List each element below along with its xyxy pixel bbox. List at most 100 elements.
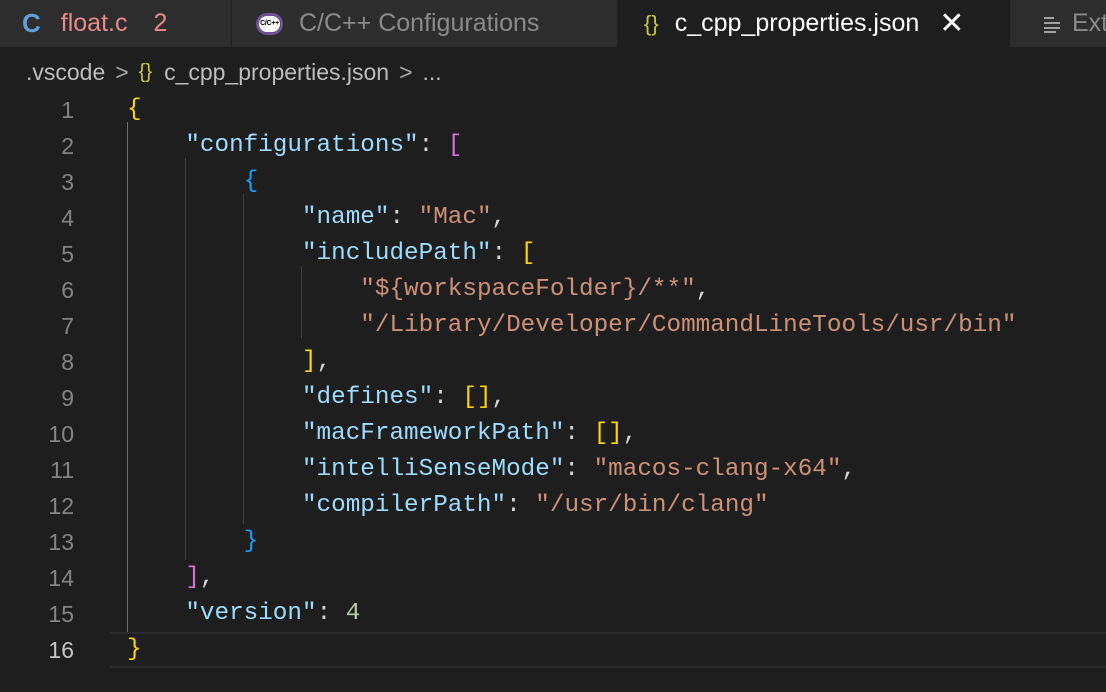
breadcrumb: .vscode > {} c_cpp_properties.json > ... xyxy=(26,56,442,88)
breadcrumb-file[interactable]: c_cpp_properties.json xyxy=(164,59,389,86)
code-token: } xyxy=(127,636,142,663)
c-language-icon: C xyxy=(22,8,41,38)
code-text[interactable]: ], xyxy=(127,344,331,380)
code-token: : xyxy=(389,204,419,231)
breadcrumb-more[interactable]: ... xyxy=(423,59,442,86)
tab-label: C/C++ Configurations xyxy=(299,9,540,37)
code-line[interactable]: 8 ], xyxy=(0,344,1106,380)
code-token: [ xyxy=(447,132,463,159)
breadcrumb-folder[interactable]: .vscode xyxy=(26,59,105,86)
code-line[interactable]: 3 { xyxy=(0,164,1106,200)
code-token: "/usr/bin/clang" xyxy=(535,492,769,519)
code-token: [] xyxy=(593,420,623,447)
chevron-right-icon: > xyxy=(399,58,413,85)
code-text[interactable]: "includePath": [ xyxy=(127,236,535,272)
code-line[interactable]: 6 "${workspaceFolder}/**", xyxy=(0,272,1106,308)
code-token: "defines" xyxy=(301,384,434,411)
tab-cpp-configurations[interactable]: C/C++ C/C++ Configurations xyxy=(232,0,618,47)
code-token: , xyxy=(695,276,711,303)
code-line[interactable]: 1{ xyxy=(0,92,1106,128)
code-text[interactable]: "${workspaceFolder}/**", xyxy=(127,272,710,308)
line-number: 10 xyxy=(48,421,74,447)
close-tab-icon[interactable]: ✕ xyxy=(939,8,964,39)
code-line[interactable]: 14 ], xyxy=(0,560,1106,596)
code-text[interactable]: "macFrameworkPath": [], xyxy=(127,416,637,452)
code-token: ] xyxy=(185,564,200,591)
line-number: 7 xyxy=(61,313,74,339)
code-token: { xyxy=(243,168,259,195)
code-text[interactable]: } xyxy=(127,632,142,668)
code-token: , xyxy=(622,420,638,447)
code-line[interactable]: 7 "/Library/Developer/CommandLineTools/u… xyxy=(0,308,1106,344)
json-braces-icon: {} xyxy=(138,60,153,83)
code-token: : xyxy=(506,492,536,519)
code-line[interactable]: 4 "name": "Mac", xyxy=(0,200,1106,236)
code-line[interactable]: 10 "macFrameworkPath": [], xyxy=(0,416,1106,452)
code-token: : xyxy=(433,384,463,411)
tab-extension[interactable]: Ext xyxy=(1010,0,1106,47)
code-text[interactable]: { xyxy=(127,164,259,200)
code-token: } xyxy=(243,528,259,555)
code-token: : xyxy=(418,132,448,159)
code-line[interactable]: 11 "intelliSenseMode": "macos-clang-x64"… xyxy=(0,452,1106,488)
code-token: : xyxy=(564,420,594,447)
code-text[interactable]: "compilerPath": "/usr/bin/clang" xyxy=(127,488,769,524)
chevron-right-icon: > xyxy=(115,58,129,85)
code-text[interactable]: "intelliSenseMode": "macos-clang-x64", xyxy=(127,452,856,488)
code-text[interactable]: "defines": [], xyxy=(127,380,506,416)
tab-label: float.c xyxy=(60,9,128,37)
line-number: 16 xyxy=(48,637,74,663)
code-text[interactable]: } xyxy=(127,524,259,560)
tab-float-c[interactable]: C float.c 2 xyxy=(0,0,232,47)
code-line[interactable]: 15 "version": 4 xyxy=(0,596,1106,632)
tab-c-cpp-properties-json[interactable]: {} c_cpp_properties.json ✕ xyxy=(618,0,1010,47)
code-text[interactable]: ], xyxy=(127,560,215,596)
line-number: 3 xyxy=(61,169,74,195)
problems-count-badge: 2 xyxy=(153,9,168,37)
code-text[interactable]: "name": "Mac", xyxy=(127,200,506,236)
code-token: , xyxy=(491,204,507,231)
line-number: 4 xyxy=(61,205,74,231)
code-token: "intelliSenseMode" xyxy=(301,456,565,483)
code-text[interactable]: "configurations": [ xyxy=(127,128,462,164)
code-token: "Mac" xyxy=(418,204,492,231)
code-line[interactable]: 16} xyxy=(0,632,1106,668)
lines-icon xyxy=(1044,16,1060,33)
code-token: "name" xyxy=(301,204,390,231)
code-text[interactable]: "version": 4 xyxy=(127,596,360,632)
code-token: "includePath" xyxy=(301,240,492,267)
line-number: 12 xyxy=(48,493,74,519)
code-line[interactable]: 5 "includePath": [ xyxy=(0,236,1106,272)
code-token: "macos-clang-x64" xyxy=(593,456,842,483)
code-text[interactable]: "/Library/Developer/CommandLineTools/usr… xyxy=(127,308,1016,344)
code-token: "macFrameworkPath" xyxy=(301,420,565,447)
code-token: , xyxy=(841,456,857,483)
code-token: : xyxy=(564,456,594,483)
code-line[interactable]: 13 } xyxy=(0,524,1106,560)
code-token: , xyxy=(199,564,215,591)
tab-label: c_cpp_properties.json xyxy=(674,9,920,37)
code-token: 4 xyxy=(345,600,361,627)
line-number: 8 xyxy=(61,349,74,375)
code-line[interactable]: 12 "compilerPath": "/usr/bin/clang" xyxy=(0,488,1106,524)
editor-tab-bar: C float.c 2 C/C++ C/C++ Configurations {… xyxy=(0,0,1106,47)
cpp-extension-icon: C/C++ xyxy=(256,12,283,35)
code-token: , xyxy=(316,348,332,375)
code-editor[interactable]: 1{2 "configurations": [3 {4 "name": "Mac… xyxy=(0,92,1106,692)
code-line[interactable]: 9 "defines": [], xyxy=(0,380,1106,416)
code-text[interactable]: { xyxy=(127,92,142,128)
code-token: ] xyxy=(301,348,317,375)
code-token: { xyxy=(127,96,142,123)
code-line[interactable]: 2 "configurations": [ xyxy=(0,128,1106,164)
